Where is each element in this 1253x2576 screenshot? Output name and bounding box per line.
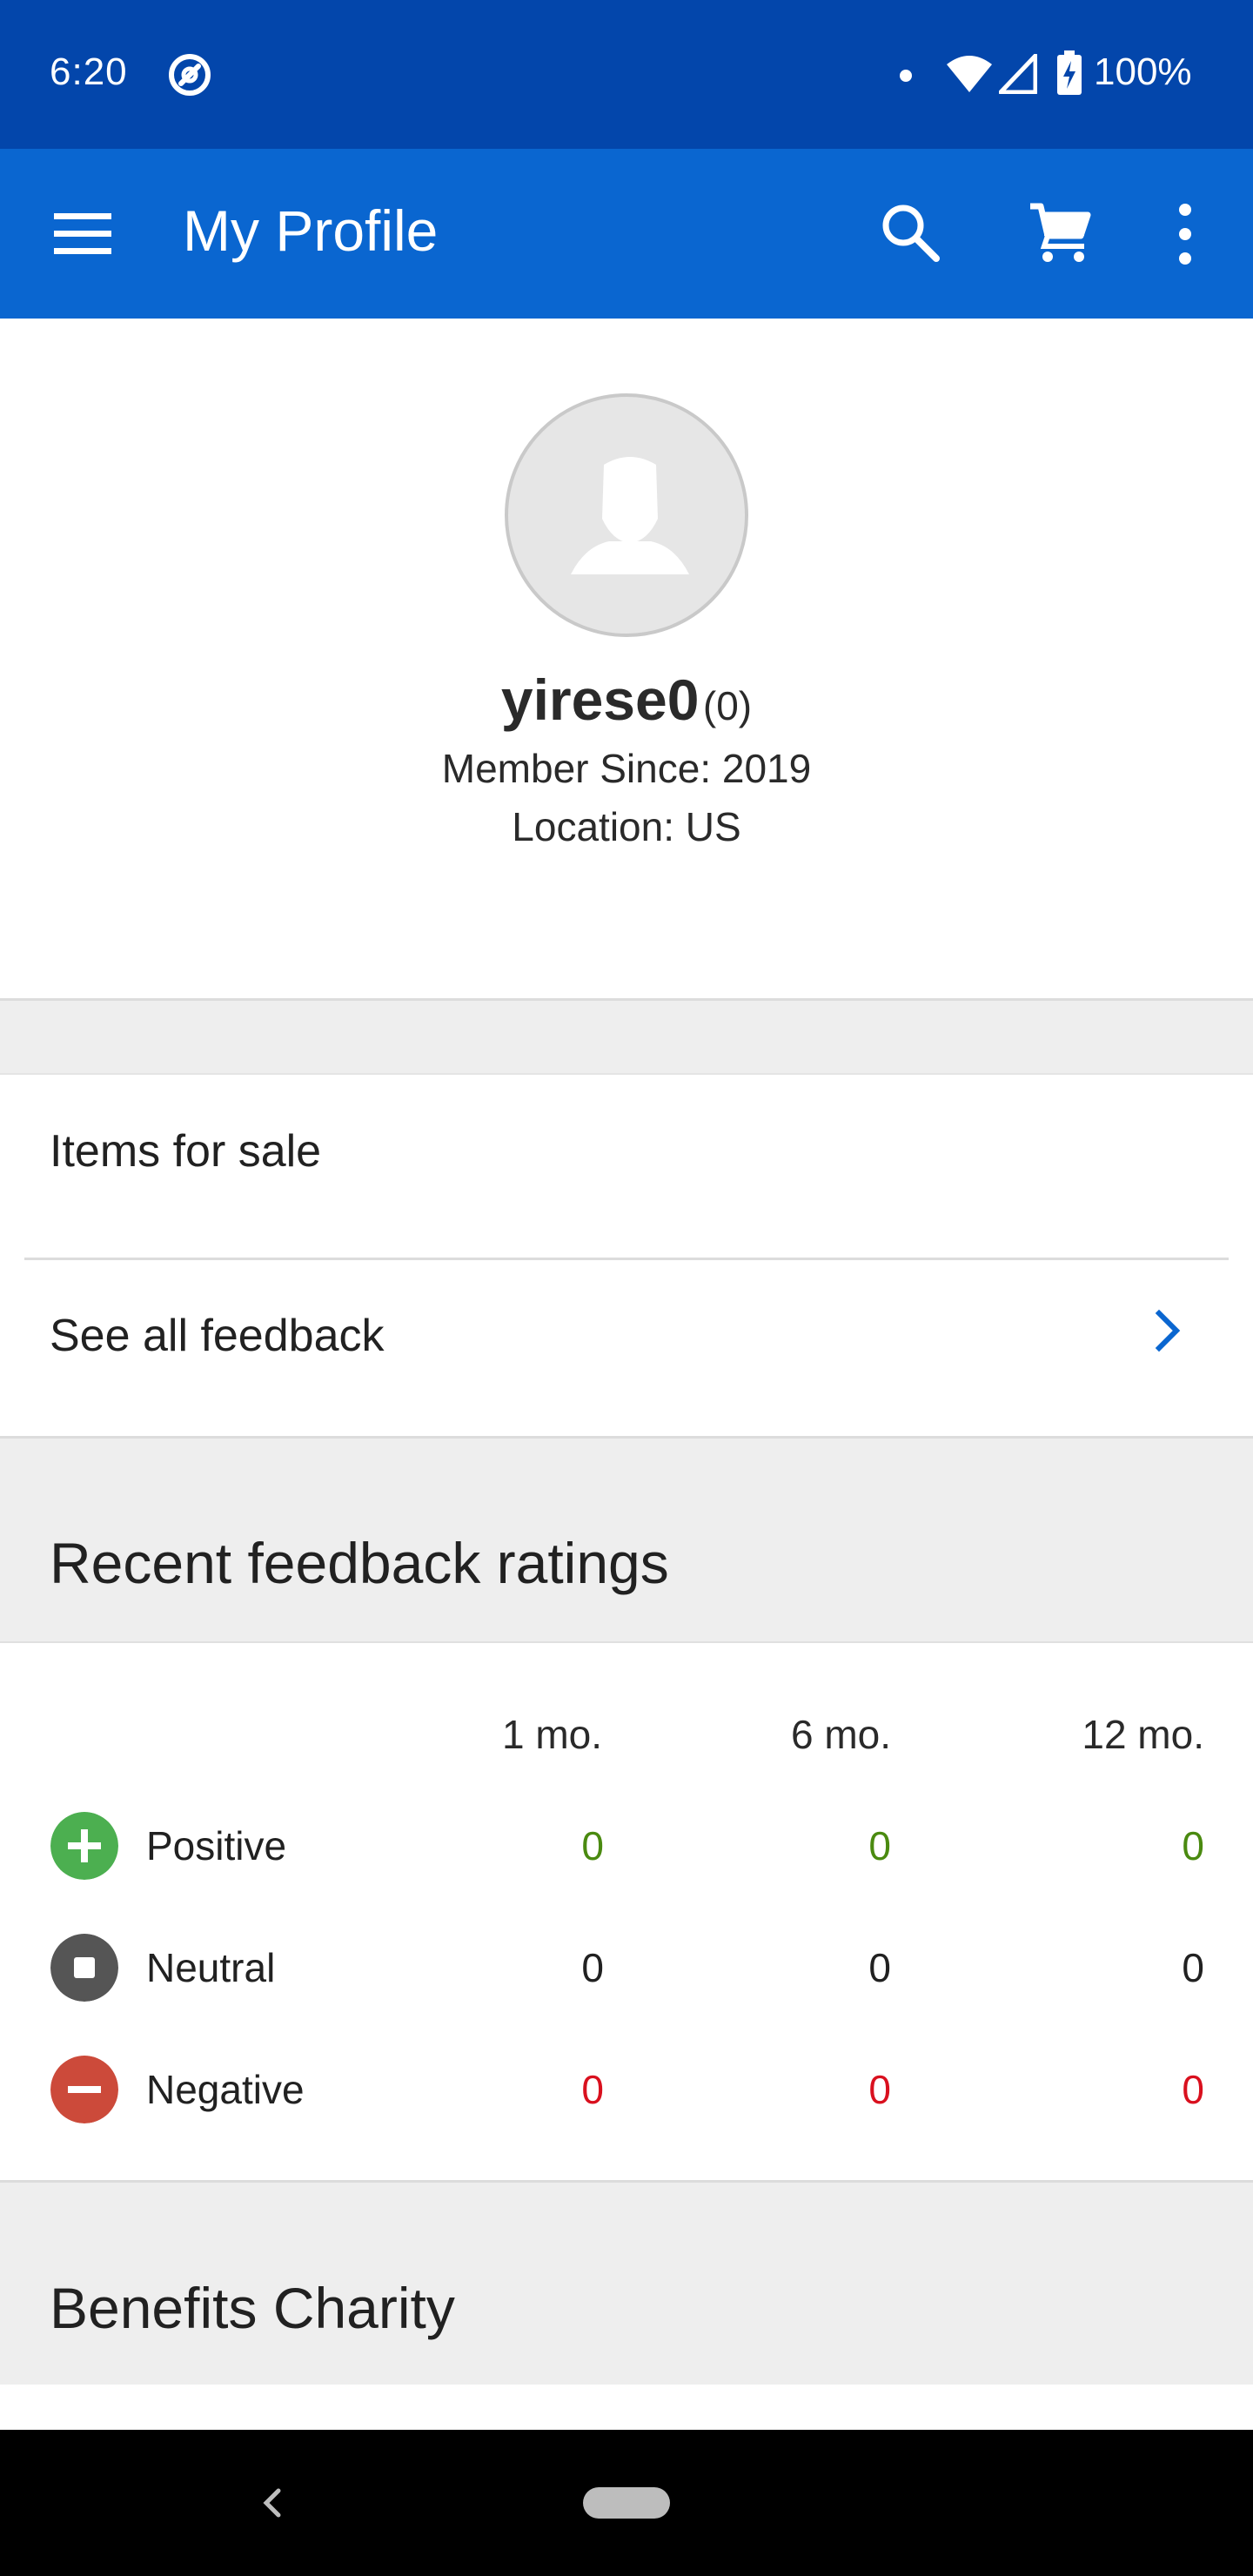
home-pill-button[interactable] xyxy=(583,2487,670,2519)
rating-label: Negative xyxy=(146,2067,305,2112)
rating-value: 0 xyxy=(1182,1823,1204,1868)
column-header-1-month: 1 mo. xyxy=(501,1712,602,1757)
content-continuation xyxy=(0,2385,1253,2430)
rating-value: 0 xyxy=(581,1823,604,1868)
neutral-rating-row: Neutral 0 0 0 xyxy=(0,1923,1253,2010)
profile-card: yirese0 (0) Member Since: 2019 Location:… xyxy=(0,319,1253,1001)
items-for-sale-link[interactable]: Items for sale xyxy=(0,1075,1253,1223)
rating-value: 0 xyxy=(1182,2067,1204,2112)
battery-charging-icon xyxy=(1057,50,1082,95)
square-circle-icon xyxy=(50,1934,118,2002)
wifi-icon xyxy=(947,56,992,92)
username-line: yirese0 (0) xyxy=(0,667,1253,733)
rating-value: 0 xyxy=(868,2067,891,2112)
items-for-sale-label: Items for sale xyxy=(50,1126,322,1177)
see-all-feedback-label: See all feedback xyxy=(50,1311,385,1361)
status-bar: 6:20 100% xyxy=(0,0,1253,149)
rating-value: 0 xyxy=(868,1945,891,1990)
charity-section-header: Benefits Charity xyxy=(0,2183,1253,2385)
member-since: Member Since: 2019 xyxy=(441,746,812,791)
notification-dot-icon xyxy=(900,70,912,82)
search-icon[interactable] xyxy=(879,201,941,264)
person-placeholder-icon xyxy=(571,457,689,574)
app-notification-icon xyxy=(169,54,211,96)
chevron-right-icon xyxy=(1155,1309,1181,1352)
location: Location: US xyxy=(512,804,741,849)
signal-icon xyxy=(999,54,1037,94)
feedback-score: (0) xyxy=(702,683,753,728)
plus-circle-icon xyxy=(50,1812,118,1880)
battery-percentage: 100% xyxy=(1094,50,1192,93)
app-bar: My Profile xyxy=(0,149,1253,319)
feedback-section-title: Recent feedback ratings xyxy=(50,1531,669,1595)
see-all-feedback-link[interactable]: See all feedback xyxy=(0,1259,1253,1407)
back-icon[interactable] xyxy=(254,2479,289,2527)
rating-value: 0 xyxy=(868,1823,891,1868)
menu-icon[interactable] xyxy=(54,210,111,258)
cart-icon[interactable] xyxy=(1027,201,1093,264)
rating-value: 0 xyxy=(581,1945,604,1990)
feedback-ratings-table: 1 mo. 6 mo. 12 mo. Positive 0 0 0 Neutra… xyxy=(0,1641,1253,2183)
rating-label: Positive xyxy=(146,1823,287,1868)
column-header-6-months: 6 mo. xyxy=(790,1712,891,1757)
system-nav-bar xyxy=(0,2430,1253,2576)
avatar[interactable] xyxy=(505,393,748,637)
rating-label: Neutral xyxy=(146,1945,276,1990)
charity-section-title: Benefits Charity xyxy=(50,2276,455,2340)
links-card: Items for sale See all feedback xyxy=(0,1073,1253,1439)
rating-value: 0 xyxy=(1182,1945,1204,1990)
minus-circle-icon xyxy=(50,2056,118,2123)
feedback-section-header: Recent feedback ratings xyxy=(0,1441,1253,1641)
rating-value: 0 xyxy=(581,2067,604,2112)
negative-rating-row: Negative 0 0 0 xyxy=(0,2045,1253,2132)
username[interactable]: yirese0 xyxy=(501,667,700,732)
status-time: 6:20 xyxy=(50,50,128,93)
column-header-12-months: 12 mo. xyxy=(1082,1712,1204,1757)
positive-rating-row: Positive 0 0 0 xyxy=(0,1801,1253,1888)
page-title: My Profile xyxy=(183,198,439,263)
more-vert-icon[interactable] xyxy=(1168,199,1203,269)
